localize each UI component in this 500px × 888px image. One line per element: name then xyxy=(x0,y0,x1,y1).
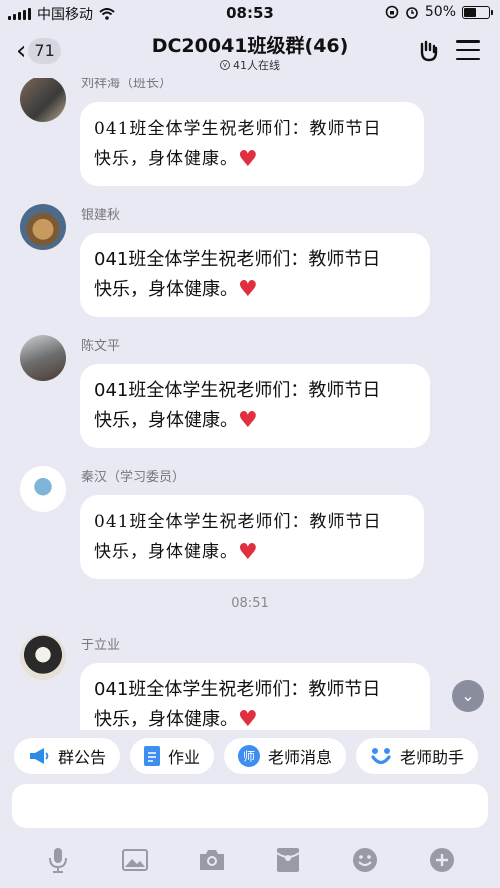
quick-action-bar: 群公告 作业 师 老师消息 老师助手 xyxy=(0,738,500,776)
sender-name: 银建秋 xyxy=(81,208,121,223)
chat-header: ‹ 71 DC20041班级群(46) v 41人在线 xyxy=(0,26,500,78)
battery-label: 50% xyxy=(424,4,456,20)
avatar[interactable] xyxy=(20,78,66,122)
assistant-icon xyxy=(371,748,391,765)
sender-name: 陈文平 xyxy=(81,339,121,354)
chevron-down-icon: v xyxy=(220,60,230,70)
emoji-icon[interactable] xyxy=(351,846,379,874)
teacher-assistant-chip[interactable]: 老师助手 xyxy=(356,738,479,774)
heart-emoji-icon: ♥ xyxy=(238,408,258,433)
chevron-down-icon: ⌄ xyxy=(461,686,475,705)
message-bubble[interactable]: 041班全体学生祝老师们：教师节日 快乐，身体健康。♥ xyxy=(80,233,430,317)
rotation-lock-icon xyxy=(385,5,399,19)
avatar[interactable] xyxy=(20,634,66,680)
avatar[interactable] xyxy=(20,204,66,250)
sender-name: 刘祥海（班长） xyxy=(81,78,173,91)
chip-label: 作业 xyxy=(168,748,201,767)
chip-label: 群公告 xyxy=(58,748,107,767)
battery-icon xyxy=(462,5,493,19)
heart-emoji-icon: ♥ xyxy=(238,539,259,565)
chip-label: 老师助手 xyxy=(400,748,465,767)
svg-text:师: 师 xyxy=(243,750,255,764)
heart-emoji-icon: ♥ xyxy=(238,277,258,302)
teacher-icon: 师 xyxy=(238,745,261,767)
timestamp: 08:51 xyxy=(231,596,269,611)
plus-icon[interactable] xyxy=(428,846,456,874)
document-icon xyxy=(144,746,161,766)
heart-emoji-icon: ♥ xyxy=(238,707,258,731)
sender-name: 秦汉（学习委员） xyxy=(81,470,186,485)
hand-gesture-icon[interactable] xyxy=(416,38,442,64)
message-bubble[interactable]: 041班全体学生祝老师们：教师节日 快乐，身体健康。♥ xyxy=(80,364,430,448)
camera-icon[interactable] xyxy=(198,846,226,874)
message-bubble[interactable]: 041班全体学生祝老师们：教师节日 快乐，身体健康。♥ xyxy=(80,495,424,579)
avatar[interactable] xyxy=(20,335,66,381)
message-bubble[interactable]: 041班全体学生祝老师们：教师节日 快乐，身体健康。♥ xyxy=(80,663,430,730)
input-toolbar xyxy=(0,832,500,888)
message-list[interactable]: 刘祥海（班长） 041班全体学生祝老师们：教师节日 快乐，身体健康。♥ 银建秋 … xyxy=(0,78,500,730)
online-count: 41人在线 xyxy=(233,59,280,72)
heart-emoji-icon: ♥ xyxy=(238,146,259,172)
message-input[interactable] xyxy=(12,784,488,828)
teacher-messages-chip[interactable]: 师 老师消息 xyxy=(224,738,347,774)
menu-icon[interactable] xyxy=(456,40,480,60)
homework-chip[interactable]: 作业 xyxy=(130,738,215,774)
avatar[interactable] xyxy=(20,466,66,512)
microphone-icon[interactable] xyxy=(44,846,72,874)
sender-name: 于立业 xyxy=(81,638,121,653)
chip-label: 老师消息 xyxy=(268,748,333,767)
message-bubble[interactable]: 041班全体学生祝老师们：教师节日 快乐，身体健康。♥ xyxy=(80,102,424,186)
red-packet-icon[interactable] xyxy=(274,846,302,874)
alarm-icon xyxy=(406,7,418,19)
announcement-chip[interactable]: 群公告 xyxy=(14,738,121,774)
megaphone-icon xyxy=(30,748,49,764)
status-bar: 中国移动 08:53 50% xyxy=(0,0,500,26)
image-icon[interactable] xyxy=(121,846,149,874)
scroll-to-bottom-button[interactable]: ⌄ xyxy=(452,680,484,712)
